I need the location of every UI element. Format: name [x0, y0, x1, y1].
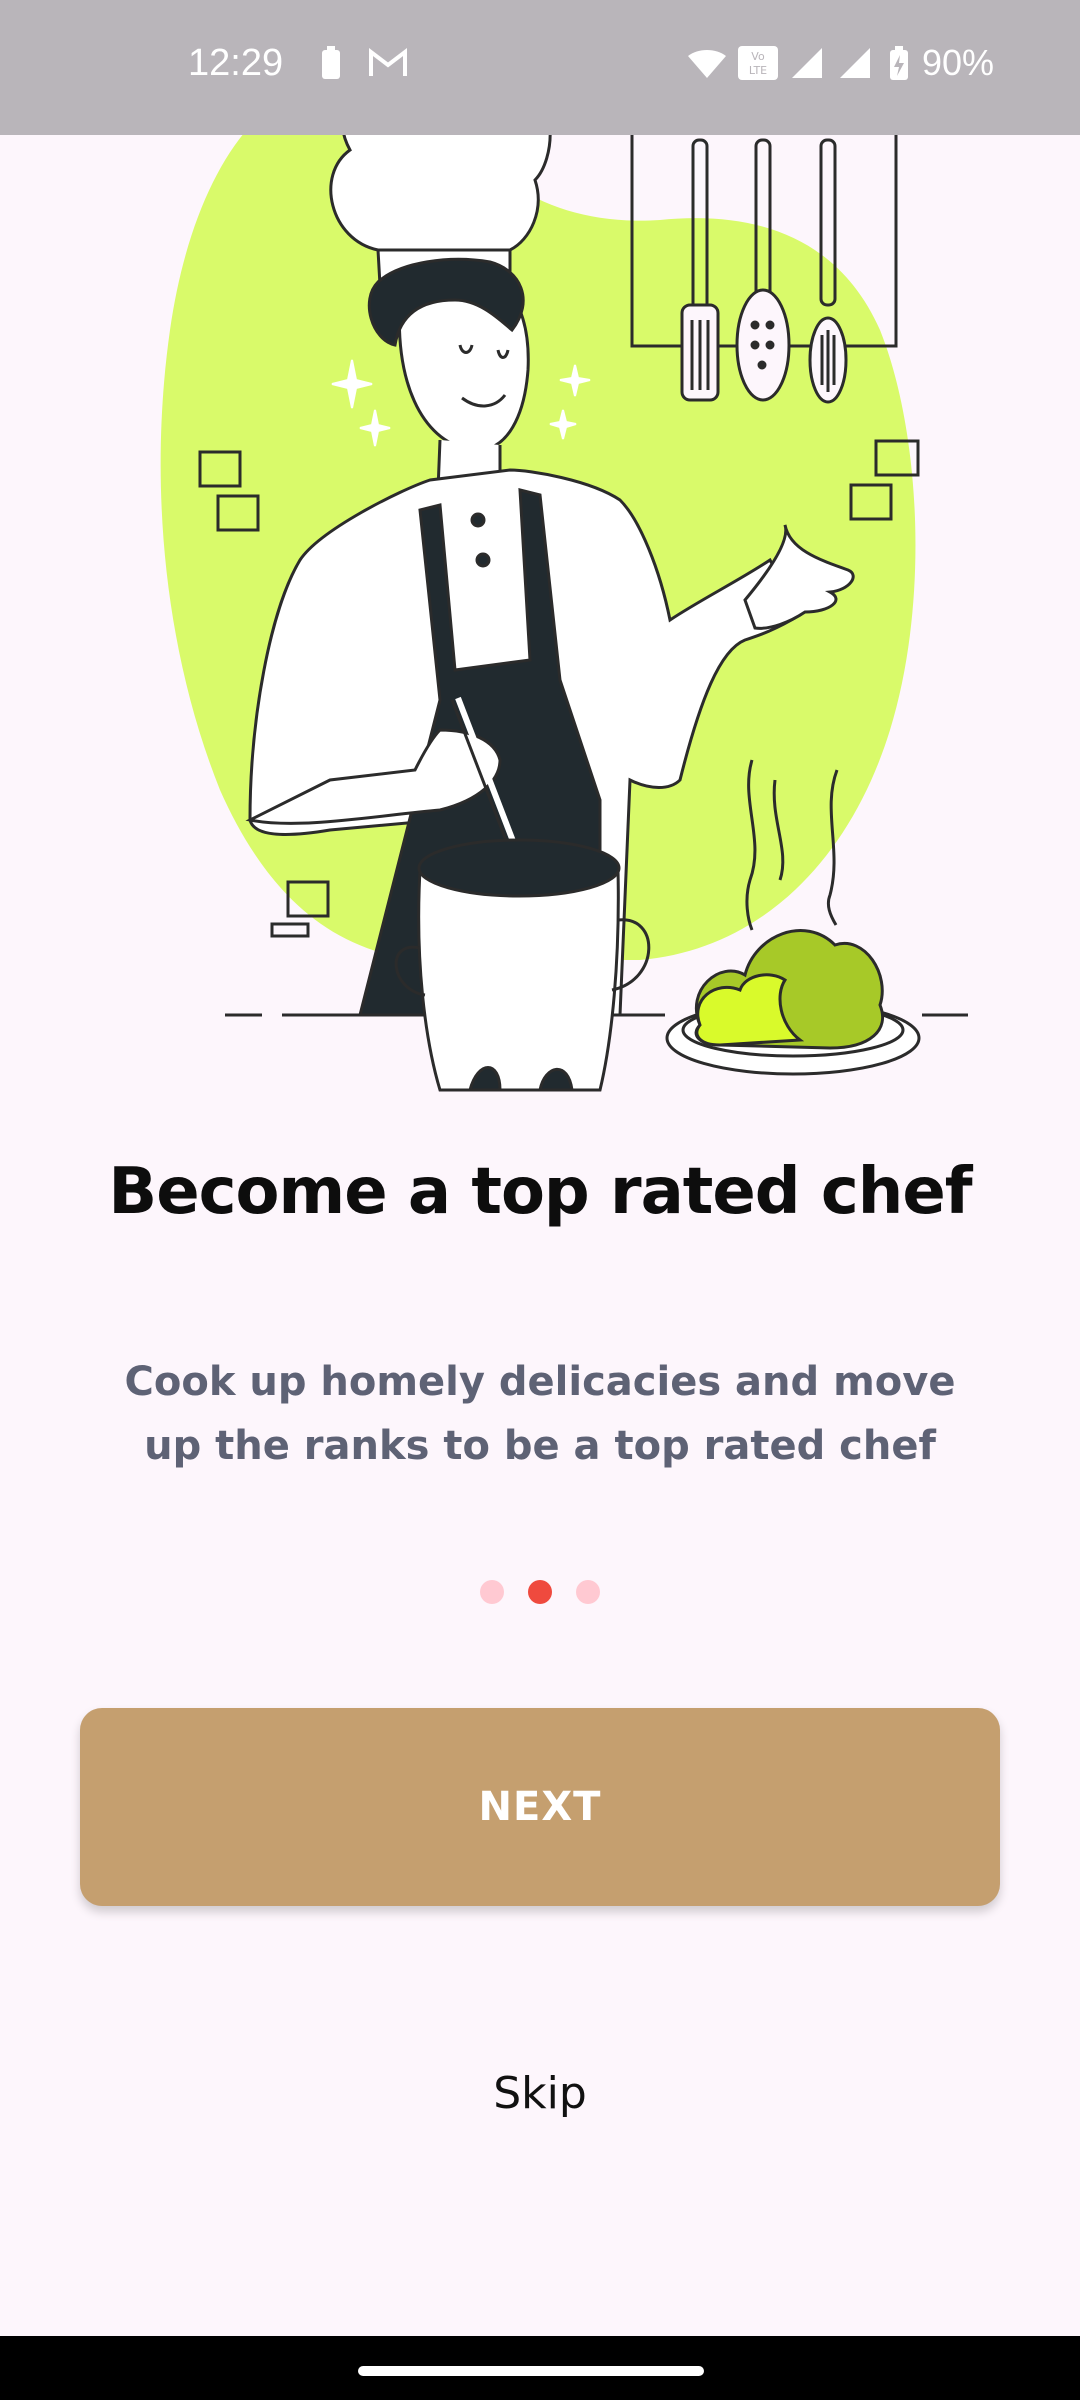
- signal-icon: [790, 46, 824, 85]
- status-bar: 12:29 Vo LTE 90%: [0, 0, 1080, 135]
- battery-charging-icon: [888, 46, 910, 87]
- chef-illustration: [160, 58, 968, 1092]
- onboarding-subtitle: Cook up homely delicacies and move up th…: [124, 1359, 956, 1469]
- home-indicator[interactable]: [358, 2366, 704, 2376]
- cooking-pot: [394, 838, 651, 1092]
- signal-icon: [838, 46, 872, 85]
- salad-plate: [665, 929, 921, 1076]
- gmail-icon: [368, 46, 408, 85]
- svg-text:LTE: LTE: [749, 64, 767, 77]
- battery-percent: 90%: [922, 42, 995, 83]
- next-button[interactable]: NEXT: [80, 1708, 1000, 1906]
- page-dot: [576, 1580, 600, 1604]
- wifi-icon: [686, 46, 728, 85]
- volte-icon: Vo LTE: [738, 46, 778, 85]
- battery-icon: [320, 46, 342, 85]
- status-time: 12:29: [188, 42, 284, 84]
- onboarding-title: Become a top rated chef: [108, 1155, 972, 1229]
- page-indicator: [0, 1580, 1080, 1604]
- svg-text:Vo: Vo: [751, 50, 765, 63]
- page-dot-active: [528, 1580, 552, 1604]
- skip-button[interactable]: Skip: [0, 2068, 1080, 2119]
- page-dot: [480, 1580, 504, 1604]
